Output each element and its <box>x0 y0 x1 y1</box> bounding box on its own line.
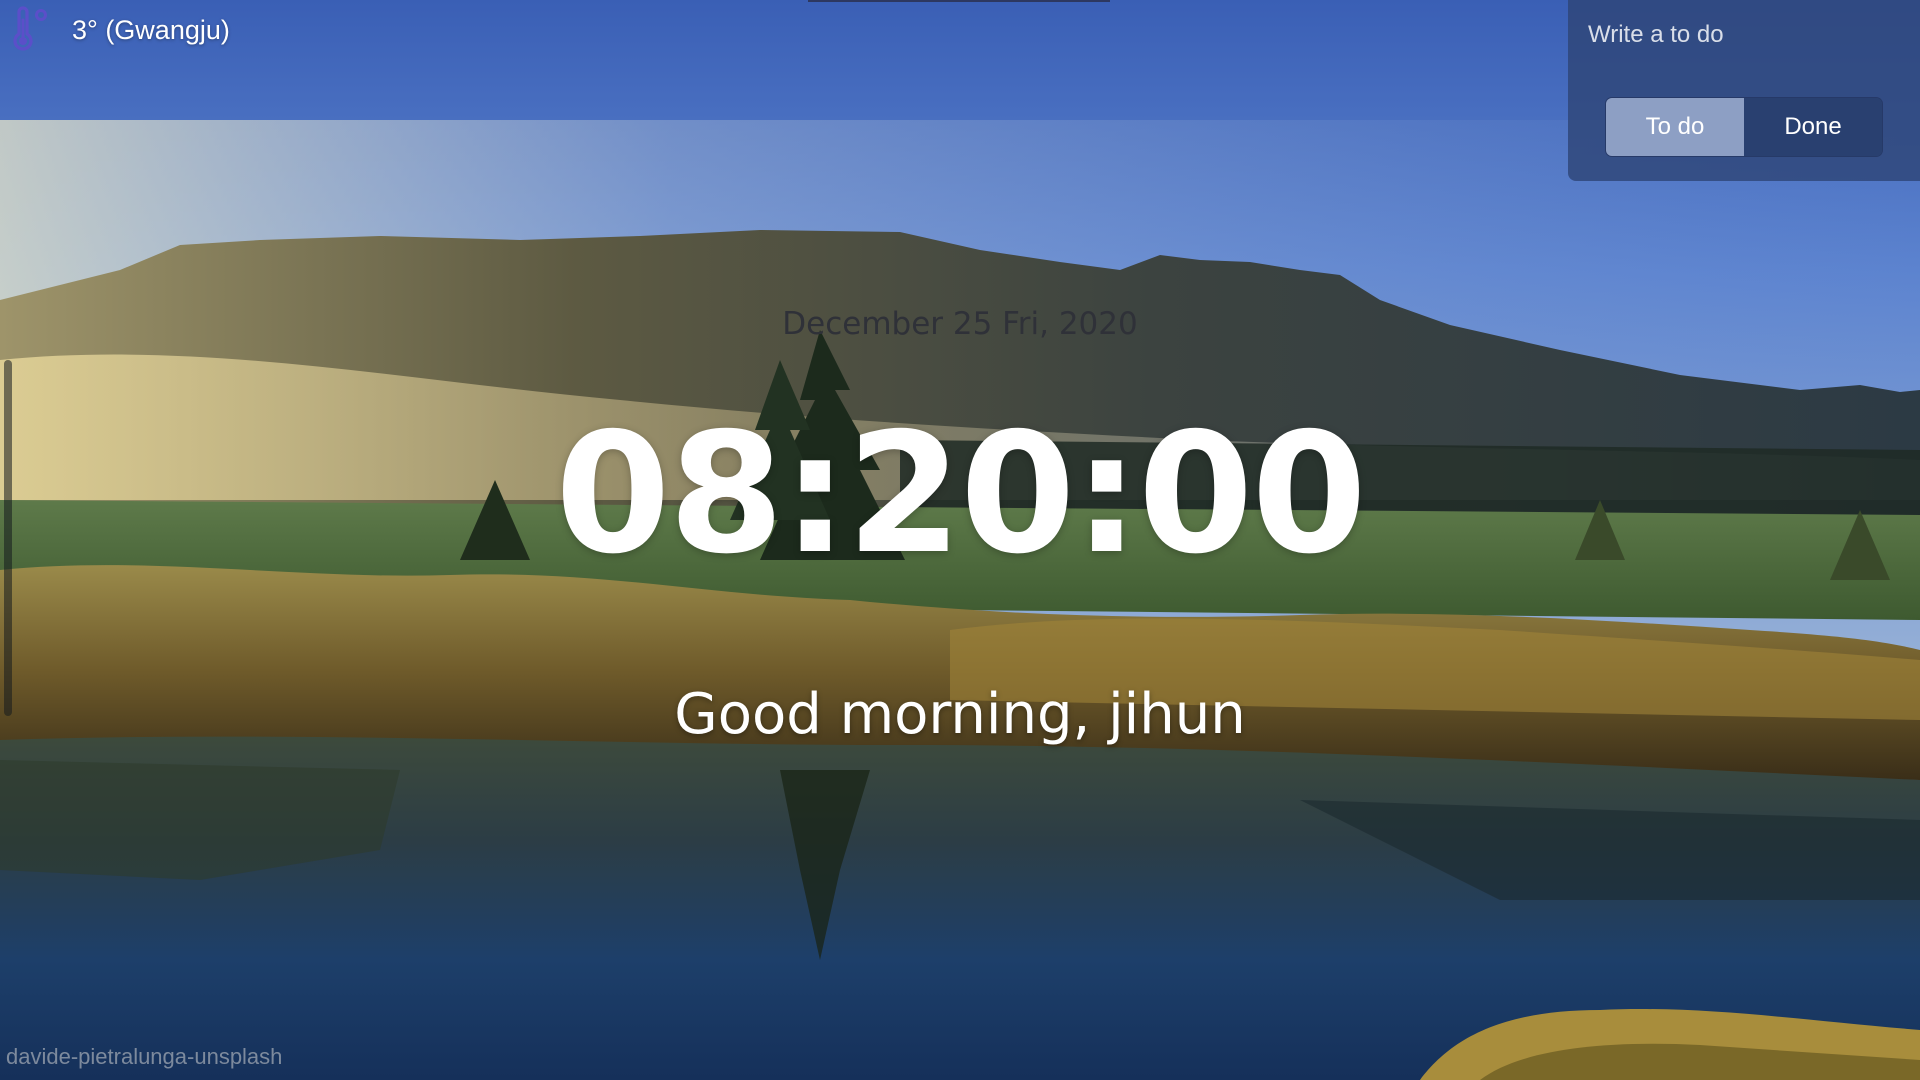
todo-panel: To do Done <box>1568 0 1920 181</box>
photo-credit: davide-pietralunga-unsplash <box>6 1044 283 1069</box>
top-divider <box>808 0 1110 2</box>
date-text: December 25 Fri, 2020 <box>782 306 1138 342</box>
weather-text: 3° (Gwangju) <box>72 14 230 45</box>
weather-widget: 3° (Gwangju) <box>6 6 230 54</box>
clock-time: 08:20:00 <box>555 398 1367 591</box>
tab-done[interactable]: Done <box>1744 98 1882 156</box>
todo-input[interactable] <box>1568 0 1920 70</box>
thermometer-icon <box>13 6 47 51</box>
wallpaper-screen: 3° (Gwangju) To do Done December 25 Fri,… <box>0 0 1920 1080</box>
tab-todo[interactable]: To do <box>1606 98 1744 156</box>
greeting-text: Good morning, jihun <box>674 682 1246 747</box>
todo-tabs: To do Done <box>1606 98 1882 156</box>
